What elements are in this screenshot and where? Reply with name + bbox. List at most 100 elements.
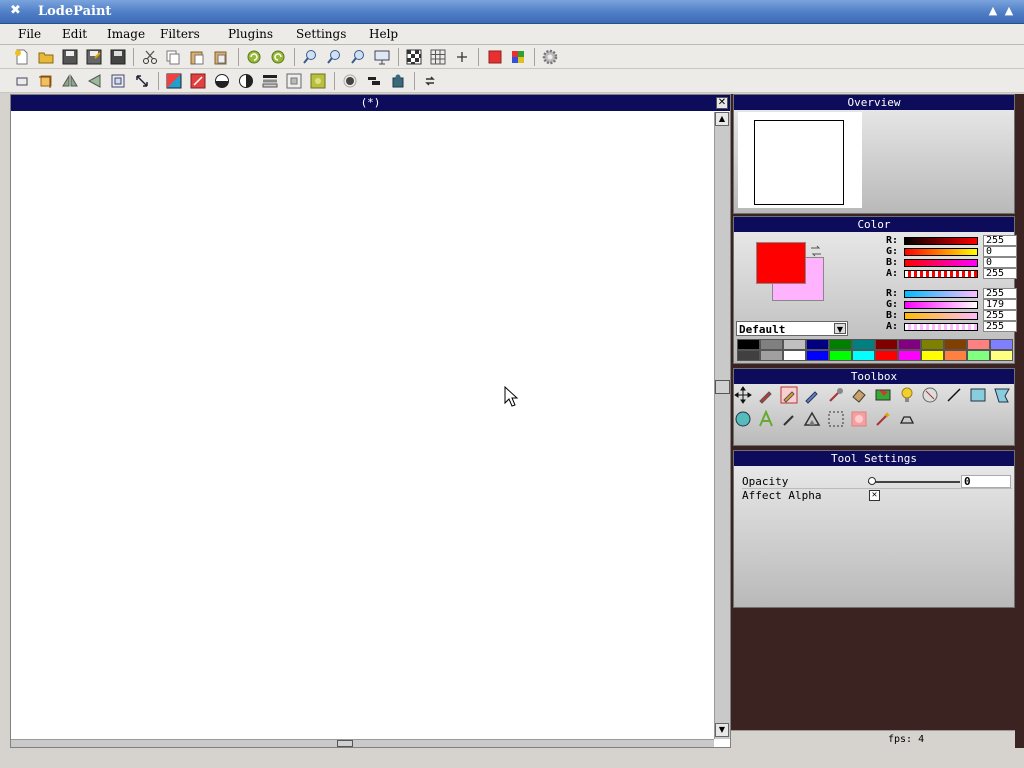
slider-value[interactable]: 0 [983, 257, 1017, 268]
menu-plugins[interactable]: Plugins [228, 27, 273, 41]
menu-edit[interactable]: Edit [62, 27, 87, 41]
primary-color-swatch[interactable] [756, 242, 806, 284]
palette-swatch[interactable] [806, 339, 829, 350]
brush-tool-icon[interactable] [803, 386, 821, 404]
perspective-tool-icon[interactable] [898, 410, 916, 428]
vertical-scroll-thumb[interactable] [715, 380, 730, 394]
palette-swatch[interactable] [875, 350, 898, 361]
undo-icon[interactable] [246, 49, 262, 65]
pencil-tool-icon[interactable] [780, 386, 798, 404]
palette-swatch[interactable] [783, 350, 806, 361]
palette-swatch[interactable] [783, 339, 806, 350]
zoom-in-icon[interactable] [302, 49, 318, 65]
resize-icon[interactable] [110, 73, 126, 89]
paste-new-icon[interactable] [213, 49, 229, 65]
overview-preview[interactable] [738, 112, 862, 208]
chevron-down-icon[interactable]: ▼ [834, 323, 846, 334]
plugin-icon[interactable] [390, 73, 406, 89]
slider-bar[interactable] [904, 301, 978, 309]
eraser-tool-icon[interactable] [850, 386, 868, 404]
palette-swatch[interactable] [921, 350, 944, 361]
palette-swatch[interactable] [852, 339, 875, 350]
crop-icon[interactable] [38, 73, 54, 89]
brightness-icon[interactable] [214, 73, 230, 89]
slider-value[interactable]: 255 [983, 288, 1017, 299]
palette-swatch[interactable] [760, 350, 783, 361]
palette-swatch[interactable] [990, 339, 1013, 350]
remove-color-icon[interactable] [190, 73, 206, 89]
affect-alpha-checkbox[interactable]: ✕ [869, 490, 880, 501]
magic-wand-selection-icon[interactable] [850, 410, 868, 428]
scroll-down-icon[interactable]: ▼ [715, 723, 729, 737]
slider-bar[interactable] [904, 248, 978, 256]
select-rect-icon[interactable] [14, 73, 30, 89]
slider-bar[interactable] [904, 237, 978, 245]
palette-swatch[interactable] [898, 350, 921, 361]
slider-bar[interactable] [904, 259, 978, 267]
save-as-icon[interactable] [86, 49, 102, 65]
settings-gear-icon[interactable] [542, 49, 558, 65]
slider-value[interactable]: 255 [983, 235, 1017, 246]
airbrush-tool-icon[interactable] [827, 386, 845, 404]
repeat-filter-icon[interactable] [422, 73, 438, 89]
opacity-slider-handle[interactable] [868, 477, 876, 485]
crosshair-icon[interactable] [454, 49, 470, 65]
slider-bar[interactable] [904, 312, 978, 320]
slider-value[interactable]: 255 [983, 268, 1017, 279]
selection-tool-icon[interactable] [827, 410, 845, 428]
slider-value[interactable]: 255 [983, 321, 1017, 332]
scroll-up-icon[interactable]: ▲ [715, 112, 729, 126]
fullscreen-icon[interactable] [374, 49, 390, 65]
swap-colors-icon[interactable] [809, 245, 823, 257]
polygon-tool-icon[interactable] [993, 386, 1011, 404]
minimize-icon[interactable]: ▲ [986, 3, 1000, 19]
palette-swatch[interactable] [737, 339, 760, 350]
text-tool-icon[interactable] [757, 410, 775, 428]
palette-swatch[interactable] [944, 350, 967, 361]
palette-swatch[interactable] [875, 339, 898, 350]
solid-color-icon[interactable] [487, 49, 503, 65]
pen-tool-icon[interactable] [757, 386, 775, 404]
palette-swatch[interactable] [829, 350, 852, 361]
sharpen-icon[interactable] [366, 73, 382, 89]
color-picker-tool-icon[interactable] [780, 410, 798, 428]
slider-bar[interactable] [904, 290, 978, 298]
cut-icon[interactable] [142, 49, 158, 65]
opacity-value-field[interactable]: 0 [961, 475, 1011, 488]
palette-swatch[interactable] [967, 350, 990, 361]
grayscale-icon[interactable] [286, 73, 302, 89]
save-icon[interactable] [62, 49, 78, 65]
palette-swatch[interactable] [921, 339, 944, 350]
palette-swatch[interactable] [944, 339, 967, 350]
clone-tool-icon[interactable] [921, 386, 939, 404]
ellipse-tool-icon[interactable] [734, 410, 752, 428]
zoom-out-icon[interactable] [326, 49, 342, 65]
fill-tool-icon[interactable] [874, 386, 892, 404]
color-adjust-icon[interactable] [310, 73, 326, 89]
palette-swatch[interactable] [737, 350, 760, 361]
line-tool-icon[interactable] [945, 386, 963, 404]
contrast-icon[interactable] [238, 73, 254, 89]
close-canvas-icon[interactable]: ✕ [716, 97, 728, 109]
flip-vertical-icon[interactable] [86, 73, 102, 89]
save-all-icon[interactable] [110, 49, 126, 65]
lightbulb-tool-icon[interactable] [898, 386, 916, 404]
horizontal-scroll-thumb[interactable] [337, 740, 353, 747]
gradient-tool-icon[interactable] [803, 410, 821, 428]
rotate-icon[interactable] [134, 73, 150, 89]
multi-color-icon[interactable] [510, 49, 526, 65]
palette-swatch[interactable] [990, 350, 1013, 361]
slider-value[interactable]: 0 [983, 246, 1017, 257]
canvas-vertical-scrollbar[interactable]: ▲ ▼ [714, 112, 730, 739]
menu-filters[interactable]: Filters [160, 27, 200, 41]
magic-wand-tool-icon[interactable] [874, 410, 892, 428]
palette-swatch[interactable] [967, 339, 990, 350]
grid-icon[interactable] [430, 49, 446, 65]
app-logo-icon[interactable]: ✖ [10, 3, 21, 18]
opacity-slider-track[interactable] [868, 481, 960, 483]
invert-colors-icon[interactable] [166, 73, 182, 89]
redo-icon[interactable] [270, 49, 286, 65]
slider-value[interactable]: 255 [983, 310, 1017, 321]
palette-swatch[interactable] [760, 339, 783, 350]
zoom-fit-icon[interactable] [350, 49, 366, 65]
